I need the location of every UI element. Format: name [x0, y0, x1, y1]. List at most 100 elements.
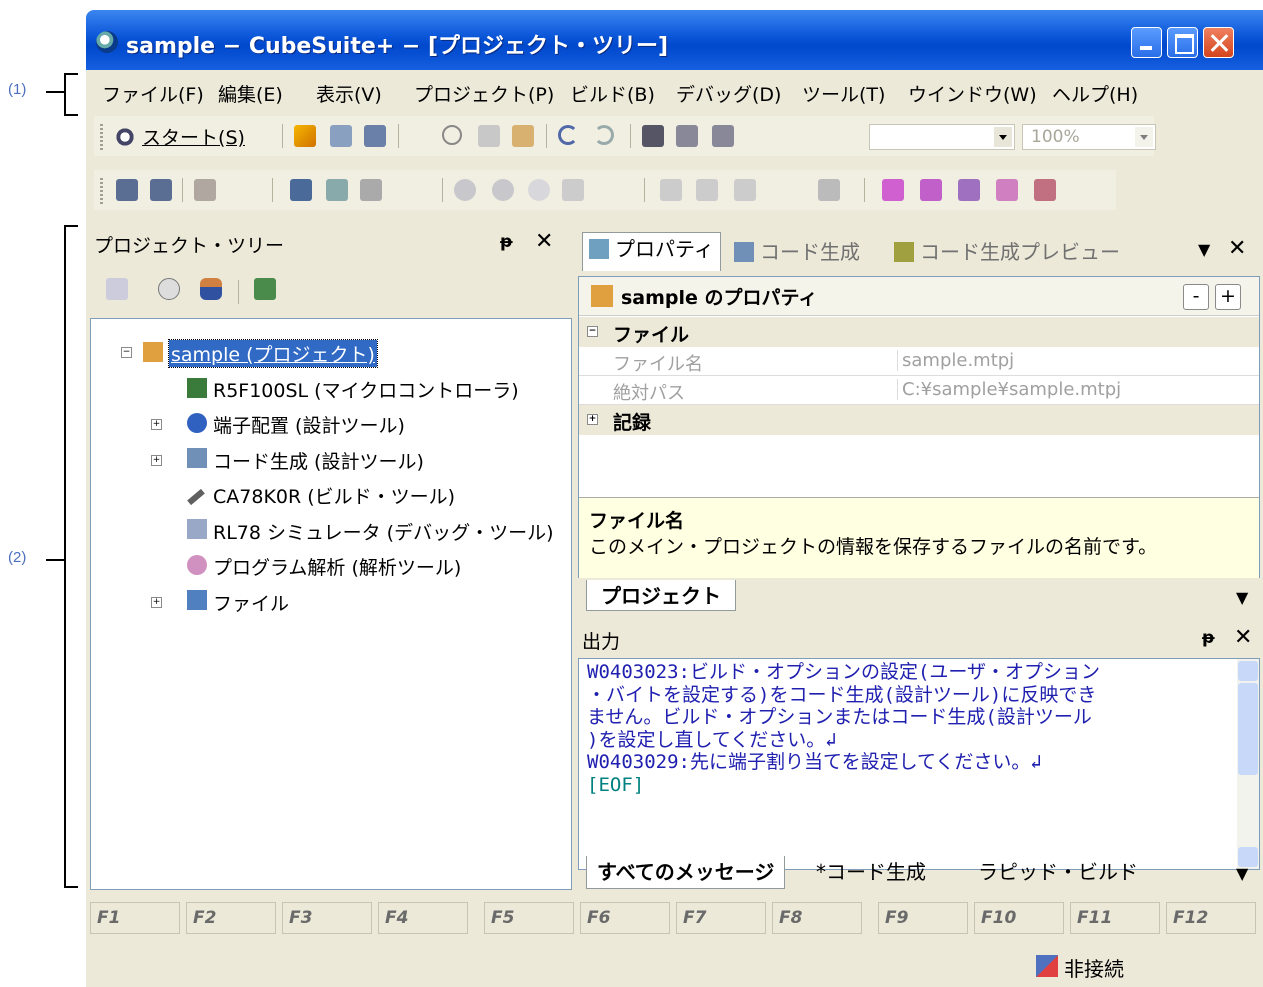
restart-icon[interactable]	[562, 179, 584, 201]
cut-icon[interactable]	[442, 125, 462, 145]
download-icon[interactable]	[290, 179, 312, 201]
chevron-down-icon[interactable]	[1135, 127, 1153, 147]
fkey-f1[interactable]: F1	[90, 902, 180, 934]
tab-properties[interactable]: プロパティ	[582, 232, 721, 271]
collapse-icon[interactable]: −	[121, 347, 132, 358]
hardware-icon[interactable]	[818, 179, 840, 201]
undo-icon[interactable]	[558, 125, 578, 145]
output-scrollbar[interactable]	[1237, 659, 1259, 869]
pin-icon[interactable]: ᵽ	[1202, 628, 1215, 648]
collapse-icon[interactable]: −	[587, 326, 598, 337]
analysis-1-icon[interactable]	[882, 179, 904, 201]
fkey-f11[interactable]: F11	[1070, 902, 1160, 934]
find-icon[interactable]	[642, 125, 664, 147]
reset-icon[interactable]	[360, 179, 382, 201]
menu-window[interactable]: ウインドウ(W)	[908, 80, 1037, 107]
fkey-f4[interactable]: F4	[378, 902, 468, 934]
open-icon[interactable]	[294, 125, 316, 147]
expand-icon[interactable]: +	[151, 419, 162, 430]
paste-icon[interactable]	[512, 125, 534, 147]
toolbar-grip[interactable]	[100, 178, 103, 204]
property-row[interactable]: ファイル名 sample.mtpj	[579, 347, 1259, 376]
tree-node-debug-tool[interactable]: RL78 シミュレータ (デバッグ・ツール)	[213, 518, 554, 545]
build-icon[interactable]	[116, 179, 138, 201]
step-in-icon[interactable]	[660, 179, 682, 201]
pin-icon[interactable]: ᵽ	[500, 232, 513, 252]
tree-node-analysis[interactable]: プログラム解析 (解析ツール)	[213, 553, 461, 580]
tab-project[interactable]: プロジェクト	[586, 580, 736, 611]
menu-debug[interactable]: デバッグ(D)	[676, 80, 781, 107]
stop-icon[interactable]	[454, 179, 476, 201]
category-record[interactable]: + 記録	[579, 405, 1259, 435]
menu-build[interactable]: ビルド(B)	[570, 80, 655, 107]
expand-icon[interactable]: +	[151, 597, 162, 608]
tree-node-files[interactable]: ファイル	[213, 589, 289, 616]
tab-list-dropdown[interactable]: ▼	[1236, 588, 1248, 607]
run-icon[interactable]	[492, 179, 514, 201]
refresh-icon[interactable]	[254, 278, 276, 300]
expand-icon[interactable]: +	[587, 414, 598, 425]
chevron-down-icon[interactable]	[994, 127, 1012, 147]
tab-rapid-build[interactable]: ラピッド・ビルド	[978, 856, 1138, 885]
menu-tools[interactable]: ツール(T)	[802, 80, 885, 107]
save-icon[interactable]	[330, 125, 352, 147]
scroll-thumb[interactable]	[1238, 683, 1258, 775]
clock-icon[interactable]	[158, 278, 180, 300]
fkey-f8[interactable]: F8	[772, 902, 862, 934]
expand-icon[interactable]: +	[151, 455, 162, 466]
redo-icon[interactable]	[594, 125, 614, 145]
minimize-button[interactable]	[1131, 27, 1162, 58]
tree-node-project[interactable]: sample (プロジェクト)	[168, 339, 378, 368]
fkey-f2[interactable]: F2	[186, 902, 276, 934]
analysis-chart-icon[interactable]	[958, 179, 980, 201]
connect-icon[interactable]	[326, 179, 348, 201]
menu-view[interactable]: 表示(V)	[316, 80, 382, 107]
collapse-all-button[interactable]: -	[1183, 284, 1209, 310]
copy-icon[interactable]	[478, 125, 500, 147]
close-button[interactable]	[1203, 27, 1234, 58]
fkey-f6[interactable]: F6	[580, 902, 670, 934]
start-button[interactable]: スタート(S)	[114, 123, 245, 151]
tab-list-dropdown[interactable]: ▼	[1198, 240, 1210, 259]
step-out-icon[interactable]	[734, 179, 756, 201]
toolbar-grip[interactable]	[100, 124, 103, 150]
fkey-f7[interactable]: F7	[676, 902, 766, 934]
close-icon[interactable]: ✕	[1234, 625, 1252, 650]
run-no-break-icon[interactable]	[528, 179, 550, 201]
user-icon[interactable]	[200, 278, 222, 300]
fkey-f10[interactable]: F10	[974, 902, 1064, 934]
tab-code-gen-output[interactable]: *コード生成	[816, 856, 926, 885]
search-combo[interactable]	[869, 124, 1015, 150]
tab-code-gen[interactable]: コード生成	[728, 236, 866, 270]
tree-node-build-tool[interactable]: CA78K0R (ビルド・ツール)	[213, 482, 455, 509]
property-row[interactable]: 絶対パス C:¥sample¥sample.mtpj	[579, 376, 1259, 405]
tree-node-pin-config[interactable]: 端子配置 (設計ツール)	[213, 411, 405, 438]
expand-all-button[interactable]: +	[1215, 284, 1241, 310]
close-icon[interactable]: ✕	[535, 229, 553, 254]
zoom-combo[interactable]: 100%	[1022, 124, 1156, 150]
menu-project[interactable]: プロジェクト(P)	[414, 80, 554, 107]
menu-help[interactable]: ヘルプ(H)	[1052, 80, 1138, 107]
fkey-f12[interactable]: F12	[1166, 902, 1256, 934]
output-messages[interactable]: W0403023:ビルド・オプションの設定(ユーザ・オプション ・バイトを設定す…	[587, 661, 1227, 796]
scroll-up-button[interactable]	[1238, 661, 1258, 681]
stop-build-icon[interactable]	[194, 179, 216, 201]
fkey-f3[interactable]: F3	[282, 902, 372, 934]
title-bar[interactable]: sample − CubeSuite+ − [プロジェクト・ツリー]	[86, 10, 1263, 70]
rebuild-icon[interactable]	[150, 179, 172, 201]
analysis-2-icon[interactable]	[920, 179, 942, 201]
tab-all-messages[interactable]: すべてのメッセージ	[586, 856, 786, 889]
find-prev-icon[interactable]	[676, 125, 698, 147]
category-file[interactable]: − ファイル	[579, 317, 1259, 347]
menu-edit[interactable]: 編集(E)	[218, 80, 283, 107]
close-icon[interactable]: ✕	[1228, 236, 1246, 261]
menu-file[interactable]: ファイル(F)	[102, 80, 204, 107]
maximize-button[interactable]	[1167, 27, 1198, 58]
tree-node-code-gen[interactable]: コード生成 (設計ツール)	[213, 447, 424, 474]
fkey-f9[interactable]: F9	[878, 902, 968, 934]
sort-icon[interactable]	[106, 278, 128, 300]
step-over-icon[interactable]	[696, 179, 718, 201]
save-all-icon[interactable]	[364, 125, 386, 147]
find-next-icon[interactable]	[712, 125, 734, 147]
fkey-f5[interactable]: F5	[484, 902, 574, 934]
